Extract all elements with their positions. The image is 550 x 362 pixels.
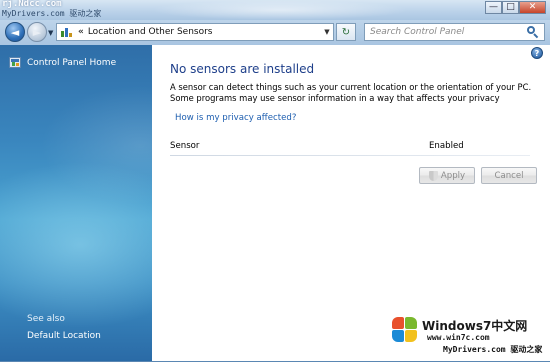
search-box[interactable] <box>364 23 545 41</box>
uac-shield-icon <box>428 170 438 181</box>
watermark-url: www.win7c.com <box>427 333 490 342</box>
sidebar-item-control-panel-home[interactable]: Control Panel Home <box>9 57 116 68</box>
title-bar-glow <box>150 0 410 20</box>
window-controls: — □ ✕ <box>485 1 546 14</box>
cancel-button[interactable]: Cancel <box>481 167 537 184</box>
sensor-column-header: Sensor <box>170 141 200 151</box>
control-panel-home-label: Control Panel Home <box>27 57 117 68</box>
back-button[interactable]: ◄ <box>5 22 25 42</box>
forward-button[interactable]: ► <box>27 22 47 42</box>
see-also-heading: See also <box>27 314 65 324</box>
close-button[interactable]: ✕ <box>519 1 546 14</box>
search-icon[interactable] <box>526 25 540 39</box>
address-bar[interactable]: « Location and Other Sensors ▼ <box>56 23 334 41</box>
back-arrow-icon: ◄ <box>10 25 20 39</box>
enabled-column-header: Enabled <box>429 141 464 151</box>
cancel-button-label: Cancel <box>494 170 524 181</box>
refresh-icon: ↻ <box>341 26 351 38</box>
sidebar-background-glow <box>0 155 152 335</box>
apply-button[interactable]: Apply <box>419 167 475 184</box>
sidebar-item-default-location[interactable]: Default Location <box>27 331 101 341</box>
address-dropdown-icon[interactable]: ▼ <box>321 28 333 36</box>
refresh-button[interactable]: ↻ <box>336 23 356 41</box>
recent-pages-dropdown[interactable]: ▼ <box>48 29 53 37</box>
help-button[interactable]: ? <box>531 47 543 59</box>
search-input[interactable] <box>365 25 526 39</box>
watermark-brand: Windows7中文网 <box>422 319 528 333</box>
apply-button-label: Apply <box>440 170 466 181</box>
page-description: A sensor can detect things such as your … <box>170 82 532 103</box>
privacy-link[interactable]: How is my privacy affected? <box>175 113 296 123</box>
control-panel-icon <box>60 25 76 39</box>
forward-arrow-icon: ► <box>32 25 42 39</box>
top-watermark-line1: rj.Ndcc.com <box>2 0 62 9</box>
sidebar: Control Panel Home See also Default Loca… <box>0 45 152 362</box>
breadcrumb-overflow-chevron[interactable]: « <box>78 27 84 37</box>
header-divider <box>170 155 530 156</box>
page-title: No sensors are installed <box>170 62 315 76</box>
maximize-button[interactable]: □ <box>502 1 519 14</box>
help-icon: ? <box>534 48 540 58</box>
control-panel-home-icon <box>9 57 21 68</box>
breadcrumb-location-and-other-sensors[interactable]: Location and Other Sensors <box>88 27 321 37</box>
windows-logo-icon <box>390 315 420 345</box>
navigation-bar: ◄ ► ▼ « Location and Other Sensors ▼ ↻ <box>0 20 550 45</box>
watermark-site: MyDrivers.com 驱动之家 <box>443 345 543 354</box>
top-watermark: rj.Ndcc.com MyDrivers.com 驱动之家 <box>2 0 101 18</box>
top-watermark-line2: MyDrivers.com 驱动之家 <box>2 9 102 18</box>
minimize-button[interactable]: — <box>485 1 502 14</box>
